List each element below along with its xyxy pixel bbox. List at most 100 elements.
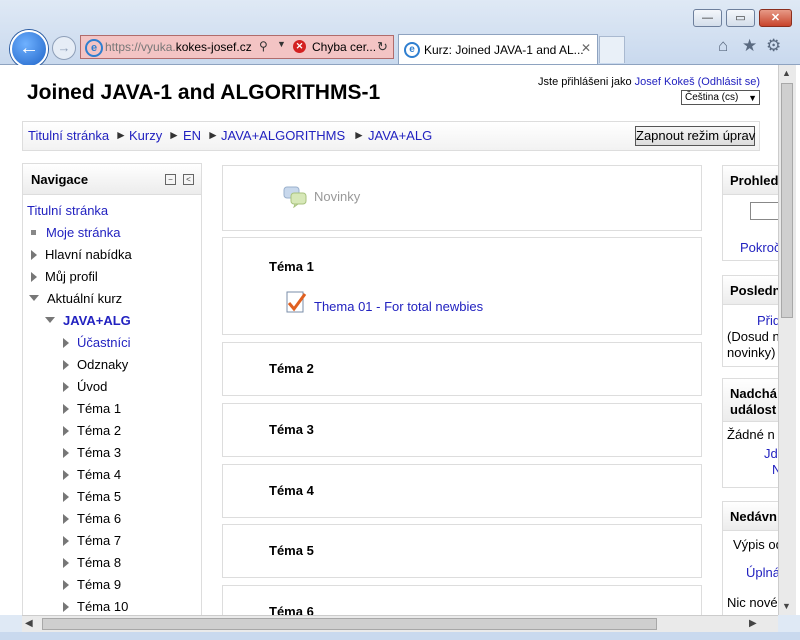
upcoming-events-title: Nadchá [730, 386, 777, 401]
recent-activity-text: Nic nové [727, 595, 778, 610]
logout-link[interactable]: (Odhlásit se) [698, 76, 760, 88]
login-info: Jste přihlášeni jako Josef Kokeš (Odhlás… [538, 76, 760, 88]
tab-title: Kurz: Joined JAVA-1 and AL... [424, 43, 584, 57]
nav-topic[interactable]: Téma 5 [63, 489, 121, 504]
cert-error-label[interactable]: Chyba cer... [312, 40, 376, 54]
gear-icon[interactable]: ⚙ [766, 36, 781, 56]
language-select[interactable]: Čeština (cs) ▼ [681, 90, 760, 105]
nav-intro[interactable]: Úvod [63, 379, 107, 394]
scroll-down-icon[interactable]: ▼ [782, 601, 791, 611]
window-frame [0, 632, 800, 640]
forum-icon [283, 186, 307, 208]
go-to-calendar-link[interactable]: Jd [764, 446, 778, 461]
news-forum-link[interactable]: Novinky [314, 189, 360, 204]
user-link[interactable]: Josef Kokeš [635, 76, 695, 88]
forward-button[interactable]: → [52, 36, 76, 60]
minimize-icon[interactable]: — [693, 9, 722, 27]
topic-section: Téma 6 [222, 585, 702, 615]
nav-topic[interactable]: Téma 8 [63, 555, 121, 570]
address-bar[interactable]: e https://vyuka.kokes-josef.cz ⚲ ▼ ✕ Chy… [80, 35, 394, 59]
nav-topic[interactable]: Téma 6 [63, 511, 121, 526]
star-icon[interactable]: ★ [742, 36, 757, 56]
expand-arrow-icon [63, 360, 69, 370]
maximize-icon[interactable]: ▭ [726, 9, 755, 27]
expand-arrow-icon [63, 382, 69, 392]
recent-activity-block: Nedávn Výpis od Úplná Nic nové od [722, 501, 778, 615]
home-icon[interactable]: ⌂ [718, 36, 728, 56]
nav-badges[interactable]: Odznaky [63, 357, 128, 372]
dock-icon[interactable]: < [183, 174, 194, 185]
chevron-down-icon: ▼ [748, 93, 757, 103]
horizontal-scrollbar[interactable]: ◀ ▶ [22, 615, 778, 633]
breadcrumb-home[interactable]: Titulní stránka [28, 128, 109, 143]
expand-arrow-icon [63, 470, 69, 480]
topic-section: Téma 4 [222, 464, 702, 518]
nav-current-course[interactable]: Aktuální kurz [29, 291, 122, 306]
quiz-icon [286, 291, 307, 313]
nav-main-menu[interactable]: Hlavní nabídka [31, 247, 132, 262]
edit-mode-button[interactable]: Zapnout režim úprav [635, 126, 755, 146]
expand-arrow-icon [63, 338, 69, 348]
nav-topic[interactable]: Téma 1 [63, 401, 121, 416]
expand-arrow-icon [31, 272, 37, 282]
advanced-search-link[interactable]: Pokroč [740, 240, 778, 255]
new-tab-button[interactable] [599, 36, 625, 63]
breadcrumb-category[interactable]: JAVA+ALGORITHMS [221, 128, 345, 143]
latest-news-text: novinky) [727, 345, 776, 360]
nav-topic[interactable]: Téma 7 [63, 533, 121, 548]
dropdown-icon[interactable]: ▼ [277, 39, 286, 49]
section-title: Téma 3 [269, 422, 314, 437]
tab-favicon-icon: e [404, 42, 420, 58]
back-button[interactable]: ← [10, 30, 48, 68]
nav-topic[interactable]: Téma 3 [63, 445, 121, 460]
nav-topic[interactable]: Téma 9 [63, 577, 121, 592]
news-section: Novinky [222, 165, 702, 231]
search-forums-input[interactable] [750, 202, 778, 220]
expand-arrow-icon [63, 514, 69, 524]
latest-news-block: Posledn Přid (Dosud n novinky) [722, 275, 778, 367]
expand-arrow-icon [63, 492, 69, 502]
refresh-icon[interactable]: ↻ [377, 39, 388, 55]
nav-topic[interactable]: Téma 10 [63, 599, 128, 614]
expand-arrow-icon [63, 426, 69, 436]
nav-topic[interactable]: Téma 4 [63, 467, 121, 482]
nav-topic[interactable]: Téma 2 [63, 423, 121, 438]
breadcrumb-courses[interactable]: Kurzy [129, 128, 162, 143]
breadcrumb: Titulní stránka ► Kurzy ► EN ► JAVA+ALGO… [22, 121, 760, 151]
expand-arrow-icon [63, 580, 69, 590]
vertical-scrollbar[interactable]: ▲ ▼ [778, 65, 796, 615]
recent-activity-title: Nedávn [730, 509, 777, 524]
search-icon[interactable]: ⚲ [259, 39, 268, 53]
vertical-scroll-thumb[interactable] [781, 83, 793, 318]
navigation-block: Navigace − < Titulní stránka Moje stránk… [22, 163, 202, 615]
tab-close-icon[interactable]: ✕ [581, 41, 591, 55]
breadcrumb-course[interactable]: JAVA+ALG [368, 128, 432, 143]
error-icon[interactable]: ✕ [293, 40, 306, 53]
nav-my-page[interactable]: Moje stránka [31, 225, 120, 240]
upcoming-events-block: Nadchá událost Žádné n Jd N [722, 378, 778, 488]
nav-course[interactable]: JAVA+ALG [45, 313, 131, 328]
nav-participants[interactable]: Účastníci [63, 335, 130, 350]
search-block: Prohled Pokroč [722, 165, 778, 261]
breadcrumb-separator: ► [115, 128, 127, 142]
nav-my-profile[interactable]: Můj profil [31, 269, 98, 284]
topic-section: Téma 5 [222, 524, 702, 578]
browser-tab[interactable]: e Kurz: Joined JAVA-1 and AL... ✕ [398, 34, 598, 64]
expand-arrow-icon [31, 250, 37, 260]
full-report-link[interactable]: Úplná [746, 565, 778, 580]
nav-home[interactable]: Titulní stránka [27, 203, 108, 218]
add-news-link[interactable]: Přid [757, 313, 778, 328]
scroll-up-icon[interactable]: ▲ [782, 68, 791, 78]
horizontal-scroll-thumb[interactable] [42, 618, 657, 630]
topic-section: Téma 2 [222, 342, 702, 396]
close-icon[interactable]: ✕ [759, 9, 792, 27]
activity-link[interactable]: Thema 01 - For total newbies [314, 299, 483, 314]
collapse-arrow-icon [45, 317, 55, 323]
breadcrumb-en[interactable]: EN [183, 128, 201, 143]
collapse-icon[interactable]: − [165, 174, 176, 185]
latest-news-text: (Dosud n [727, 329, 778, 344]
url-text: https://vyuka.kokes-josef.cz [105, 40, 252, 54]
scroll-left-icon[interactable]: ◀ [25, 618, 33, 629]
navigation-header: Navigace − < [23, 164, 201, 195]
scroll-right-icon[interactable]: ▶ [749, 618, 757, 629]
